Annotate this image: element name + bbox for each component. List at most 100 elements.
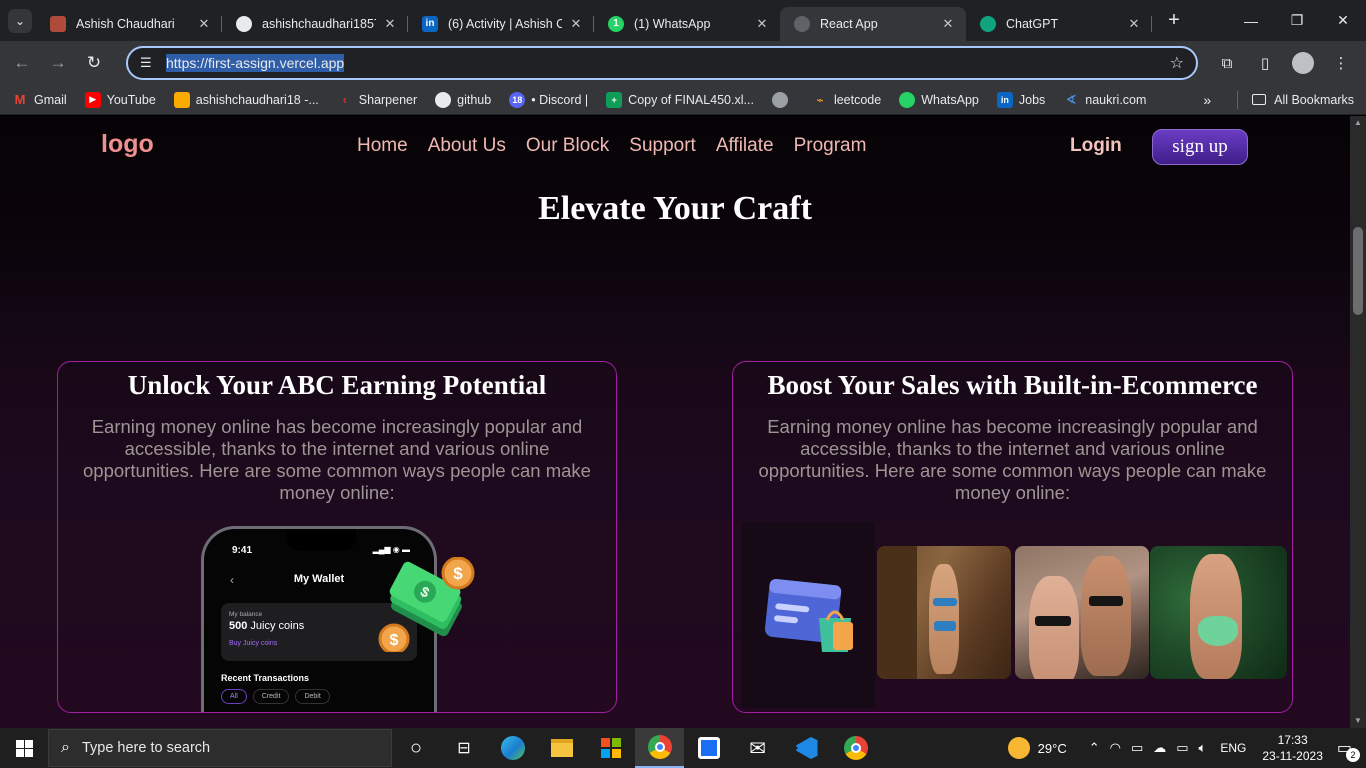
tab-whatsapp[interactable]: 1 (1) WhatsApp ✕	[594, 7, 780, 41]
photo-detail	[933, 598, 957, 606]
menu-kebab-icon[interactable]: ⋮	[1322, 54, 1360, 72]
windows-start-icon[interactable]	[0, 728, 48, 768]
bookmark-leetcode[interactable]: ⌁ leetcode	[812, 92, 881, 108]
close-icon[interactable]: ✕	[940, 16, 956, 32]
language-indicator[interactable]: ENG	[1220, 741, 1246, 755]
shopping-browser-icon	[764, 578, 853, 652]
tab-github[interactable]: ashishchaudhari1857/ ✕	[222, 7, 408, 41]
chrome-profile-taskbar-icon[interactable]	[831, 736, 880, 760]
file-explorer-icon[interactable]	[537, 739, 586, 757]
nav-affilate[interactable]: Affilate	[716, 135, 774, 157]
battery-icon[interactable]: ▭	[1176, 740, 1188, 756]
forward-arrow-icon[interactable]: →	[40, 45, 76, 81]
taskbar-search-placeholder: Type here to search	[81, 740, 211, 756]
linkedin-icon: in	[996, 91, 1013, 108]
microsoft-store-icon[interactable]	[586, 738, 635, 758]
tab-ashish-chaudhari[interactable]: Ashish Chaudhari ✕	[36, 7, 222, 41]
chevron-double-right-icon[interactable]: »	[1203, 92, 1211, 108]
extensions-icon[interactable]: ⧉	[1208, 55, 1246, 72]
phone-notch	[286, 529, 356, 551]
tab-title: Ashish Chaudhari	[76, 16, 175, 31]
product-photo-1[interactable]	[877, 546, 1011, 679]
bookmark-star-icon[interactable]: ☆	[1170, 53, 1184, 73]
site-logo[interactable]: logo	[101, 130, 154, 159]
bookmark-sharpener[interactable]: ‹ Sharpener	[337, 92, 418, 108]
tab-chatgpt[interactable]: ChatGPT ✕	[966, 7, 1152, 41]
filter-all: All	[221, 689, 247, 704]
address-bar[interactable]: ☰ https://first-assign.vercel.app ☆	[126, 46, 1198, 80]
github-icon	[435, 91, 452, 108]
bookmark-youtube[interactable]: ▶ YouTube	[84, 91, 156, 108]
card-body: Earning money online has become increasi…	[758, 416, 1267, 503]
bookmark-gmail[interactable]: M Gmail	[12, 92, 67, 108]
tab-react-app[interactable]: React App ✕	[780, 6, 966, 41]
restore-icon[interactable]: ❐	[1274, 0, 1320, 41]
vscode-icon[interactable]	[782, 737, 831, 759]
bookmark-globe[interactable]	[771, 91, 794, 108]
gmail-icon: M	[14, 92, 26, 107]
bookmark-jobs[interactable]: in Jobs	[996, 91, 1045, 108]
filter-credit: Credit	[252, 689, 290, 704]
url-text[interactable]: https://first-assign.vercel.app	[166, 54, 345, 72]
edge-icon[interactable]	[488, 736, 537, 760]
site-settings-icon[interactable]: ☰	[140, 55, 158, 71]
mail-icon[interactable]: ✉	[733, 736, 782, 761]
nav-our-block[interactable]: Our Block	[526, 135, 609, 157]
signup-button[interactable]: sign up	[1152, 129, 1248, 165]
onedrive-cloud-icon[interactable]: ☁	[1153, 740, 1166, 756]
all-bookmarks-button[interactable]: All Bookmarks	[1237, 90, 1354, 109]
nav-program[interactable]: Program	[794, 135, 867, 157]
bookmark-naukri[interactable]: ∢ naukri.com	[1063, 92, 1147, 108]
recent-transactions-label: Recent Transactions	[221, 673, 310, 683]
product-photo-2[interactable]	[1015, 546, 1149, 679]
weather-temperature[interactable]: 29°C	[1038, 741, 1067, 756]
close-icon[interactable]: ✕	[196, 16, 212, 32]
chrome-taskbar-icon[interactable]	[635, 728, 684, 768]
close-icon[interactable]: ✕	[1126, 16, 1142, 32]
back-arrow-icon[interactable]: ←	[4, 45, 40, 81]
new-tab-plus-icon[interactable]: +	[1162, 9, 1186, 32]
linear-app-icon[interactable]	[684, 737, 733, 759]
side-panel-icon[interactable]: ▯	[1246, 54, 1284, 72]
tab-search-button[interactable]: ⌄	[8, 8, 32, 33]
bookmark-sheets[interactable]: + Copy of FINAL450.xl...	[606, 91, 754, 108]
github-icon	[236, 15, 252, 32]
meet-now-icon[interactable]: ▭	[1131, 740, 1143, 756]
close-icon[interactable]: ✕	[382, 16, 398, 32]
bookmark-whatsapp[interactable]: WhatsApp	[899, 91, 979, 108]
bookmark-discord[interactable]: 18 • Discord |	[509, 91, 588, 108]
scroll-thumb[interactable]	[1353, 227, 1363, 315]
windows-taskbar: ⌕ Type here to search ○ ⊟ ✉ 29°C ⌃ ◠ ▭ ☁…	[0, 728, 1366, 768]
cortana-circle-icon[interactable]: ○	[392, 737, 440, 760]
notifications-icon[interactable]: ▭ 2	[1337, 738, 1360, 762]
volume-icon[interactable]: 🔈︎	[1199, 740, 1207, 756]
close-icon[interactable]: ✕	[754, 16, 770, 32]
bookmark-analytics[interactable]: ashishchaudhari18 -...	[173, 91, 319, 108]
taskbar-search-box[interactable]: ⌕ Type here to search	[48, 729, 392, 767]
chevron-up-icon[interactable]: ⌃	[1089, 740, 1100, 756]
scroll-down-icon[interactable]: ▼	[1350, 714, 1366, 728]
weather-sun-icon[interactable]	[1007, 737, 1030, 759]
nav-about-us[interactable]: About Us	[428, 135, 506, 157]
bookmark-github[interactable]: github	[435, 91, 491, 108]
clock[interactable]: 17:33 23-11-2023	[1262, 732, 1323, 764]
nav-home[interactable]: Home	[357, 135, 408, 157]
minimize-icon[interactable]: —	[1228, 0, 1274, 41]
task-view-icon[interactable]: ⊟	[440, 738, 488, 758]
page-scrollbar[interactable]: ▲ ▼	[1350, 116, 1366, 728]
reload-icon[interactable]: ↻	[76, 45, 112, 81]
discord-icon: 18	[509, 91, 526, 108]
nav-support[interactable]: Support	[629, 135, 696, 157]
login-link[interactable]: Login	[1070, 135, 1122, 157]
close-window-icon[interactable]: ✕	[1320, 0, 1366, 41]
bookmark-label: ashishchaudhari18 -...	[195, 92, 319, 107]
close-icon[interactable]: ✕	[568, 16, 584, 32]
tab-linkedin[interactable]: in (6) Activity | Ashish Ch ✕	[408, 7, 594, 41]
profile-avatar-icon[interactable]	[1292, 52, 1314, 74]
profile-favicon-icon	[50, 15, 66, 32]
product-photo-3[interactable]	[1150, 546, 1287, 679]
wifi-icon[interactable]: ◠	[1110, 740, 1121, 756]
search-icon: ⌕	[61, 739, 70, 756]
card-body: Earning money online has become increasi…	[83, 416, 591, 503]
scroll-up-icon[interactable]: ▲	[1350, 116, 1366, 130]
